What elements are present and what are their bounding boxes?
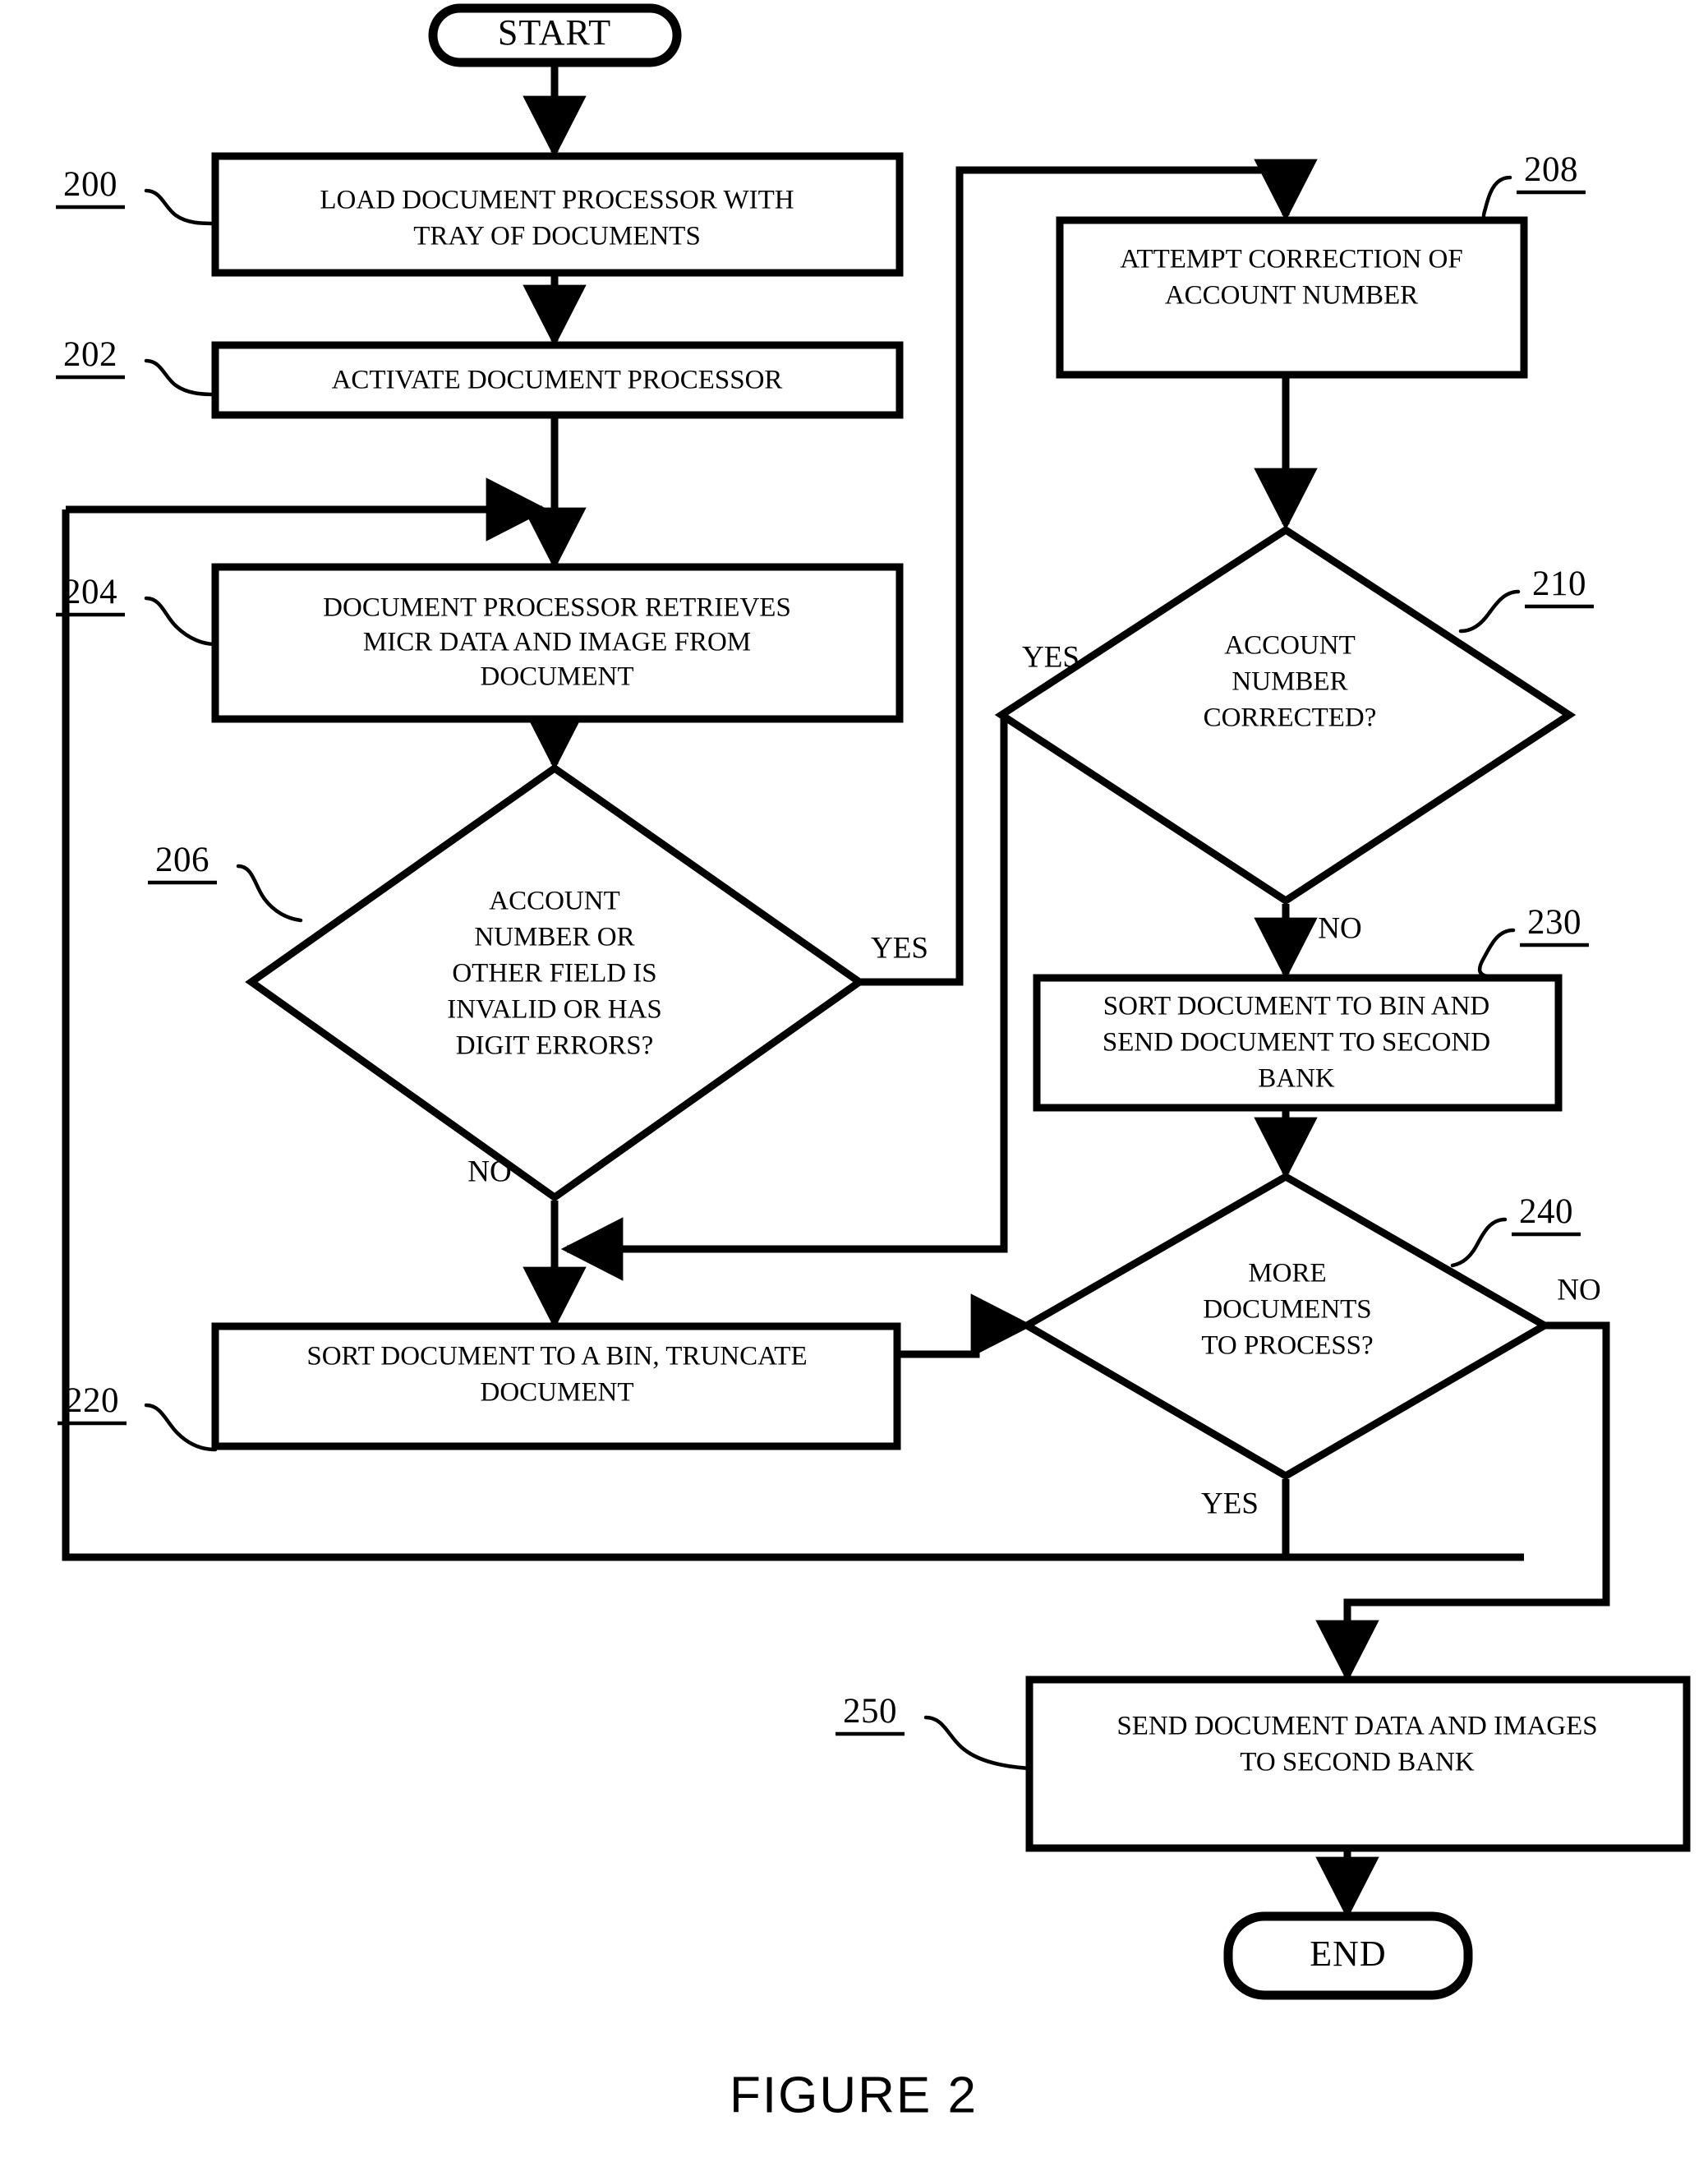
process-204-line-1: DOCUMENT PROCESSOR RETRIEVES [323, 593, 791, 623]
decision-240-line-1: MORE [1248, 1259, 1326, 1288]
decision-210-line-2: NUMBER [1232, 667, 1347, 697]
terminator-end-label: END [1310, 1934, 1386, 1974]
figure-caption: FIGURE 2 [730, 2067, 978, 2123]
ref-callout-240: 240 [1450, 1192, 1581, 1268]
process-box-220: SORT DOCUMENT TO A BIN, TRUNCATE DOCUMEN… [211, 1322, 901, 1450]
process-204-line-3: DOCUMENT [481, 662, 634, 692]
ref-num-202-text: 202 [63, 335, 117, 374]
connector-220-to-240 [898, 1293, 1034, 1358]
terminator-start-label: START [498, 12, 611, 53]
process-220-line-1: SORT DOCUMENT TO A BIN, TRUNCATE [306, 1342, 807, 1371]
ref-callout-250: 250 [836, 1692, 1032, 1771]
ref-num-230-text: 230 [1527, 903, 1581, 942]
terminator-end: END [1223, 1911, 1473, 2000]
decision-diamond-206: ACCOUNT NUMBER OR OTHER FIELD IS INVALID… [245, 763, 866, 1202]
ref-num-204-text: 204 [63, 573, 117, 611]
process-box-250: SEND DOCUMENT DATA AND IMAGES TO SECOND … [1025, 1676, 1691, 1852]
process-200-line-2: TRAY OF DOCUMENTS [413, 222, 701, 251]
ref-num-250-text: 250 [843, 1692, 897, 1731]
branch-label-206-yes: YES [871, 931, 928, 965]
ref-callout-204: 204 [56, 573, 218, 647]
decision-240-line-3: TO PROCESS? [1201, 1331, 1373, 1361]
ref-callout-208: 208 [1481, 150, 1586, 223]
ref-num-200-text: 200 [63, 165, 117, 204]
ref-callout-210: 210 [1458, 565, 1594, 634]
process-250-line-1: SEND DOCUMENT DATA AND IMAGES [1116, 1712, 1597, 1741]
decision-206-line-3: OTHER FIELD IS [452, 959, 656, 989]
ref-num-210-text: 210 [1532, 565, 1586, 603]
decision-diamond-240: MORE DOCUMENTS TO PROCESS? [1020, 1172, 1552, 1481]
decision-240-line-2: DOCUMENTS [1203, 1295, 1371, 1325]
branch-label-240-yes: YES [1201, 1487, 1259, 1520]
ref-callout-202: 202 [56, 335, 218, 397]
decision-210-line-3: CORRECTED? [1204, 703, 1377, 733]
decision-206-line-4: INVALID OR HAS [447, 995, 662, 1025]
process-200-line-1: LOAD DOCUMENT PROCESSOR WITH [320, 186, 794, 215]
process-202-line-1: ACTIVATE DOCUMENT PROCESSOR [332, 366, 783, 395]
flowchart-diagram: START LOAD DOCUMENT PROCESSOR WITH TRAY … [56, 3, 1691, 2123]
ref-num-220-text: 220 [65, 1381, 119, 1420]
process-box-208: ATTEMPT CORRECTION OF ACCOUNT NUMBER [1056, 216, 1528, 379]
terminator-start: START [428, 3, 682, 67]
process-220-line-2: DOCUMENT [481, 1378, 634, 1408]
process-250-line-2: TO SECOND BANK [1240, 1748, 1475, 1777]
process-box-202: ACTIVATE DOCUMENT PROCESSOR [211, 341, 904, 419]
process-box-204: DOCUMENT PROCESSOR RETRIEVES MICR DATA A… [211, 563, 904, 723]
branch-label-210-yes: YES [1022, 640, 1080, 674]
ref-callout-230: 230 [1477, 903, 1589, 979]
process-208-line-2: ACCOUNT NUMBER [1165, 281, 1418, 311]
ref-callout-200: 200 [56, 165, 218, 226]
ref-num-240-text: 240 [1519, 1192, 1573, 1231]
branch-label-206-no: NO [467, 1155, 511, 1188]
decision-206-line-2: NUMBER OR [474, 923, 634, 952]
process-204-line-2: MICR DATA AND IMAGE FROM [363, 628, 751, 657]
process-box-230: SORT DOCUMENT TO BIN AND SEND DOCUMENT T… [1033, 974, 1563, 1112]
branch-label-240-no: NO [1557, 1273, 1600, 1307]
ref-num-208-text: 208 [1524, 150, 1578, 189]
ref-callout-220: 220 [58, 1381, 218, 1452]
process-box-200: LOAD DOCUMENT PROCESSOR WITH TRAY OF DOC… [211, 152, 904, 277]
decision-206-line-5: DIGIT ERRORS? [456, 1031, 653, 1061]
branch-label-210-no: NO [1318, 911, 1361, 945]
process-230-line-1: SORT DOCUMENT TO BIN AND [1103, 992, 1489, 1021]
figure-page: START LOAD DOCUMENT PROCESSOR WITH TRAY … [0, 0, 1708, 2162]
process-230-line-3: BANK [1258, 1064, 1335, 1094]
process-208-line-1: ATTEMPT CORRECTION OF [1120, 245, 1462, 274]
ref-num-206-text: 206 [155, 841, 209, 879]
decision-diamond-210: ACCOUNT NUMBER CORRECTED? [994, 525, 1577, 906]
process-230-line-2: SEND DOCUMENT TO SECOND [1103, 1028, 1490, 1058]
ref-callout-206: 206 [148, 841, 303, 923]
decision-206-line-1: ACCOUNT [489, 887, 620, 916]
decision-210-line-1: ACCOUNT [1224, 631, 1356, 661]
